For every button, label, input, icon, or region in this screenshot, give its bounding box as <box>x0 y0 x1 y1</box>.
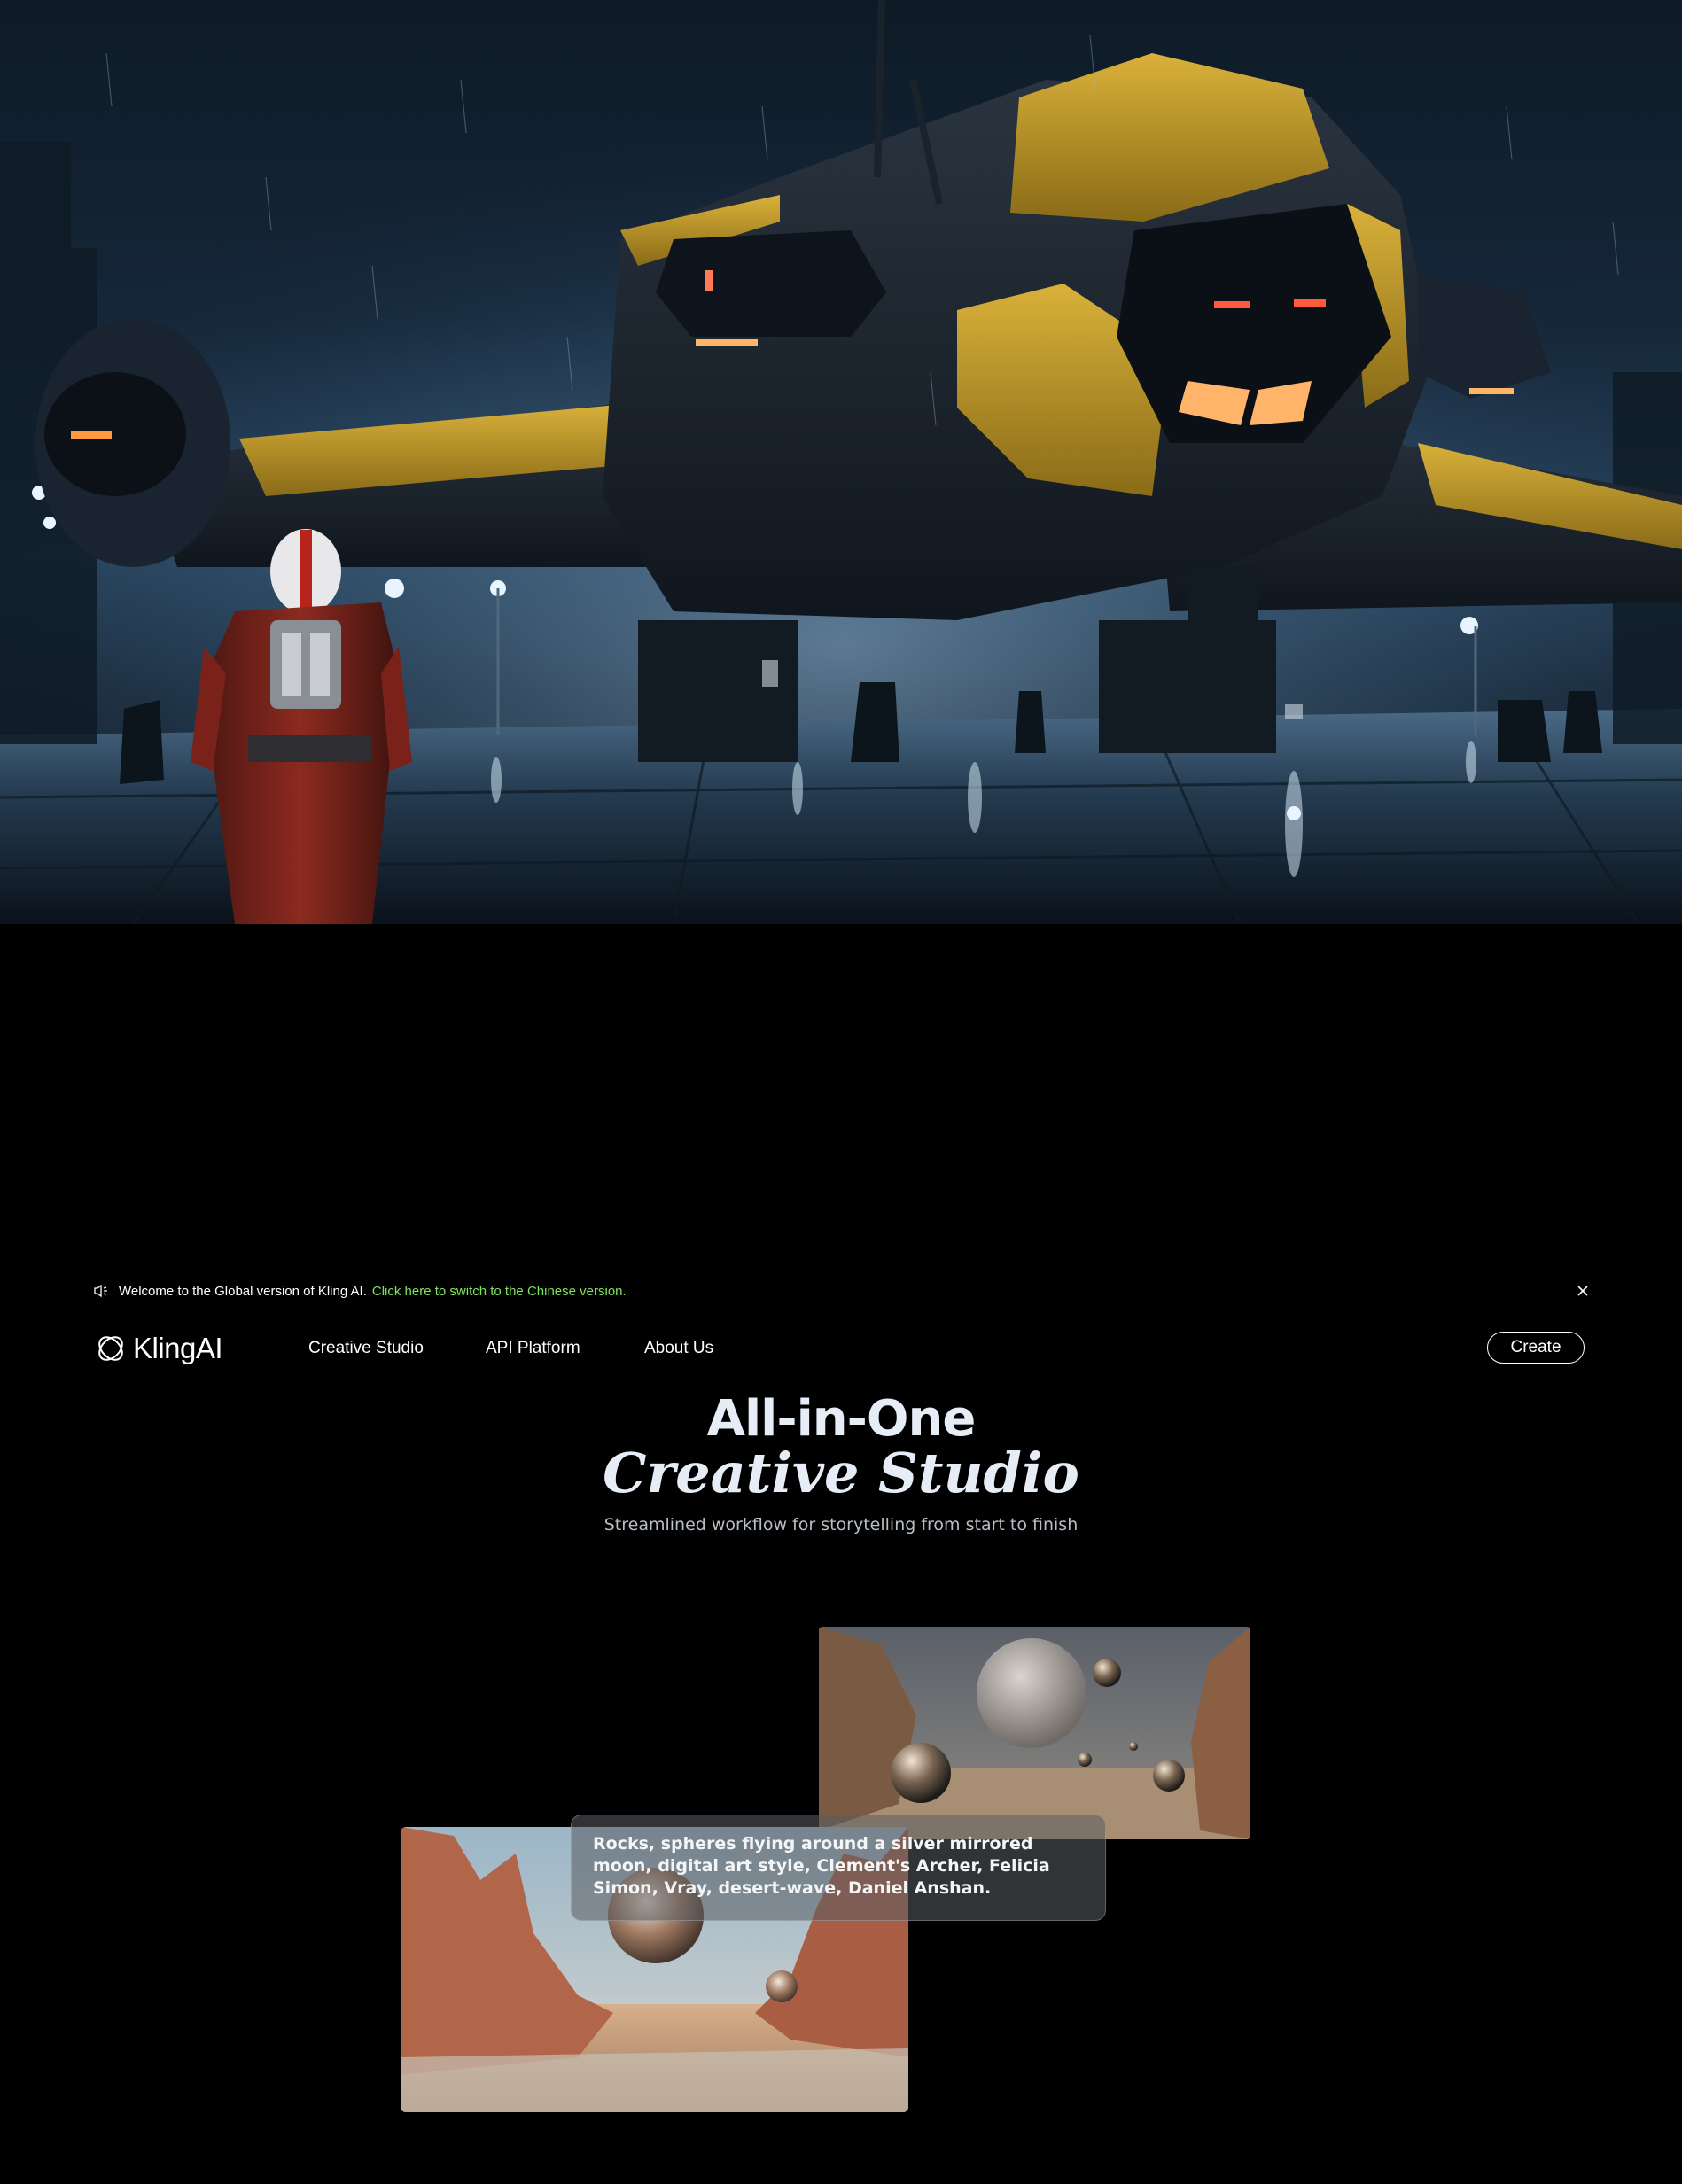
showcase-image-moon <box>819 1627 1250 1839</box>
switch-chinese-version-link[interactable]: Click here to switch to the Chinese vers… <box>372 1284 627 1299</box>
nav-about-us[interactable]: About Us <box>644 1339 713 1358</box>
hero-video-frame <box>0 0 1682 924</box>
logo-text: KlingAI <box>133 1332 223 1364</box>
speaker-icon <box>94 1284 107 1298</box>
prompt-text: Rocks, spheres flying around a silver mi… <box>593 1834 1050 1898</box>
announcement-text: Welcome to the Global version of Kling A… <box>119 1283 367 1299</box>
hero-subtitle: Streamlined workflow for storytelling fr… <box>603 1515 1079 1535</box>
close-icon[interactable] <box>1574 1282 1592 1300</box>
hero-headline: All-in-One Creative Studio <box>0 1393 1682 1503</box>
kling-logo[interactable]: KlingAI <box>94 1331 223 1366</box>
headline-line-2: Creative Studio <box>603 1441 1079 1505</box>
announcement-bar: Welcome to the Global version of Kling A… <box>94 1280 1592 1302</box>
create-button[interactable]: Create <box>1487 1332 1585 1364</box>
prompt-text-box: Rocks, spheres flying around a silver mi… <box>571 1815 1106 1921</box>
nav-creative-studio[interactable]: Creative Studio <box>308 1339 424 1358</box>
nav-api-platform[interactable]: API Platform <box>486 1339 580 1358</box>
top-navigation: KlingAI Creative Studio API Platform Abo… <box>94 1329 1585 1368</box>
spaceship-scene-image <box>0 0 1682 924</box>
kling-logo-icon <box>98 1336 123 1361</box>
headline-line-1: All-in-One <box>706 1390 977 1448</box>
